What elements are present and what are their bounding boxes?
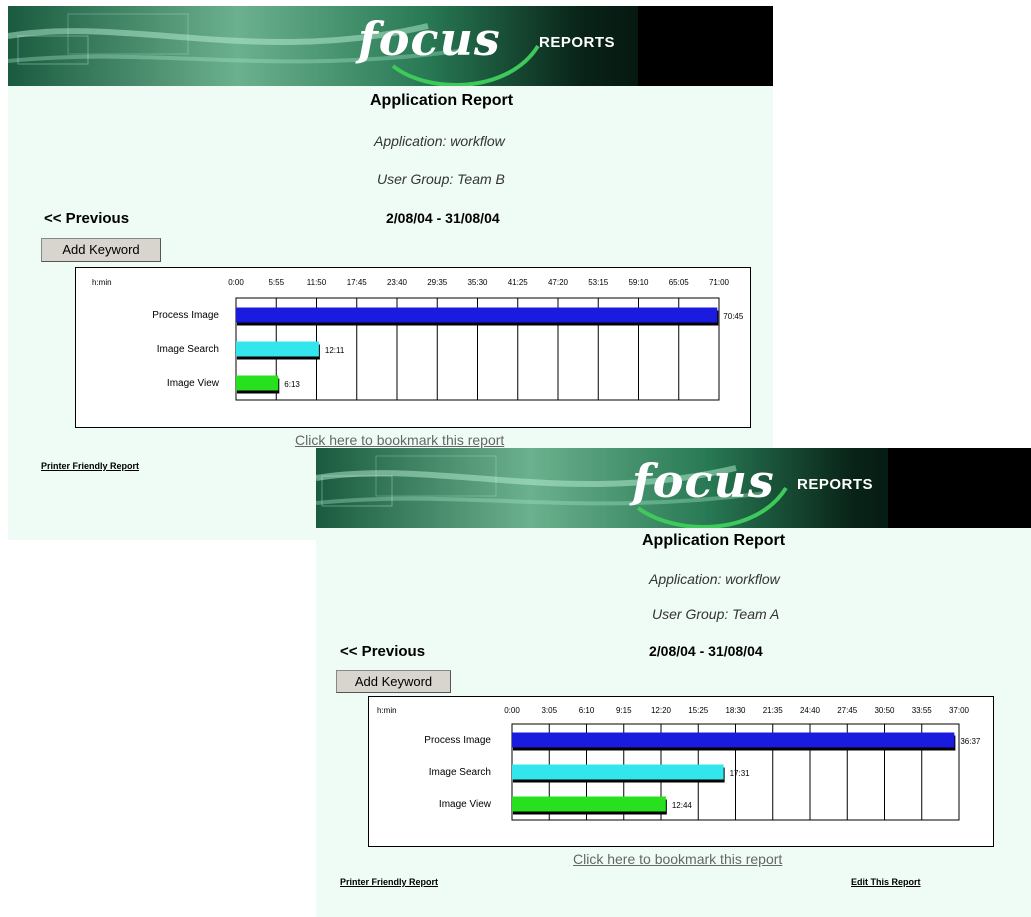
x-tick-label: 71:00 — [709, 278, 730, 287]
usage-chart-svg: h:min 0:00 3:05 6:10 9:15 12:20 15:25 18:30 21:3… — [377, 706, 981, 821]
printer-friendly-link[interactable]: Printer Friendly Report — [41, 461, 139, 471]
category-label: Image View — [167, 378, 220, 389]
value-label: 36:37 — [960, 737, 981, 746]
x-tick-label: 9:15 — [616, 706, 632, 715]
x-tick-label: 18:30 — [725, 706, 746, 715]
x-tick-label: 33:55 — [912, 706, 933, 715]
x-tick-label: 12:20 — [651, 706, 672, 715]
x-tick-label: 27:45 — [837, 706, 858, 715]
x-tick-label: 23:40 — [387, 278, 408, 287]
focus-banner: focus REPORTS — [316, 448, 1031, 528]
page-title: Application Report — [370, 92, 514, 109]
add-keyword-button[interactable]: Add Keyword — [41, 238, 161, 262]
user-group-label: User Group: Team A — [652, 606, 780, 622]
x-tick-label: 35:30 — [467, 278, 488, 287]
x-tick-label: 30:50 — [874, 706, 895, 715]
x-tick-label: 5:55 — [268, 278, 284, 287]
x-tick-label: 24:40 — [800, 706, 821, 715]
usage-chart: h:min 0:00 5:55 11:50 17:45 23:40 29:35 35:30 41… — [75, 267, 751, 428]
reports-logo-text: REPORTS — [539, 34, 616, 51]
x-tick-label: 37:00 — [949, 706, 970, 715]
x-tick-label: 59:10 — [628, 278, 649, 287]
category-label: Image Search — [157, 344, 219, 355]
x-tick-label: 65:05 — [669, 278, 690, 287]
add-keyword-button[interactable]: Add Keyword — [336, 670, 451, 693]
value-label: 6:13 — [284, 380, 300, 389]
report-window-team-a: focus REPORTS Application Report Applica… — [316, 448, 1031, 917]
focus-logo: focus — [632, 454, 775, 508]
x-tick-label: 41:25 — [508, 278, 529, 287]
x-tick-label: 15:25 — [688, 706, 709, 715]
category-label: Process Image — [424, 735, 491, 746]
value-label: 12:44 — [672, 801, 693, 810]
bar — [512, 764, 724, 780]
x-tick-label: 21:35 — [763, 706, 784, 715]
application-label: Application: workflow — [374, 133, 505, 149]
category-label: Image Search — [429, 767, 491, 778]
x-tick-label: 53:15 — [588, 278, 609, 287]
x-tick-label: 6:10 — [579, 706, 595, 715]
application-label: Application: workflow — [649, 571, 780, 587]
x-tick-label: 0:00 — [504, 706, 520, 715]
bar — [236, 341, 319, 357]
category-label: Image View — [439, 799, 492, 810]
bookmark-link[interactable]: Click here to bookmark this report — [295, 432, 504, 448]
usage-chart-svg: h:min 0:00 5:55 11:50 17:45 23:40 29:35 35:30 41… — [92, 278, 744, 401]
user-group-label: User Group: Team B — [377, 171, 505, 187]
unit-label: h:min — [377, 706, 397, 715]
unit-label: h:min — [92, 278, 112, 287]
bar — [236, 375, 279, 391]
bar — [512, 732, 955, 748]
x-tick-label: 29:35 — [427, 278, 448, 287]
focus-banner: focus REPORTS — [8, 6, 773, 86]
reports-logo-text: REPORTS — [797, 476, 874, 493]
bar — [236, 307, 718, 323]
date-range: 2/08/04 - 31/08/04 — [386, 210, 500, 226]
bookmark-link[interactable]: Click here to bookmark this report — [573, 851, 782, 867]
focus-logo: focus — [358, 12, 501, 66]
x-tick-label: 0:00 — [228, 278, 244, 287]
value-label: 70:45 — [723, 312, 744, 321]
date-range: 2/08/04 - 31/08/04 — [649, 643, 763, 659]
value-label: 12:11 — [325, 346, 345, 355]
bar — [512, 796, 666, 812]
x-tick-label: 11:50 — [307, 278, 327, 287]
x-tick-label: 47:20 — [548, 278, 569, 287]
previous-link[interactable]: << Previous — [340, 643, 425, 660]
value-label: 17:31 — [730, 769, 751, 778]
printer-friendly-link[interactable]: Printer Friendly Report — [340, 877, 438, 887]
page-title: Application Report — [642, 532, 786, 549]
x-tick-label: 3:05 — [541, 706, 557, 715]
usage-chart: h:min 0:00 3:05 6:10 9:15 12:20 15:25 18:30 21:3… — [368, 696, 994, 847]
edit-report-link[interactable]: Edit This Report — [851, 877, 921, 887]
previous-link[interactable]: << Previous — [44, 210, 129, 227]
x-tick-label: 17:45 — [347, 278, 368, 287]
category-label: Process Image — [152, 310, 219, 321]
